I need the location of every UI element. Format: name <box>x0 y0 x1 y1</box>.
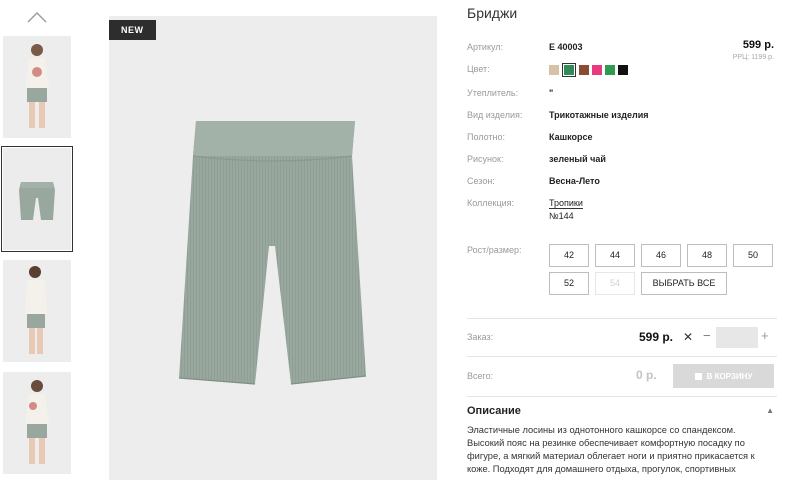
product-title: Бриджи <box>467 5 518 21</box>
order-price: 599 р. <box>639 330 674 344</box>
attr-label: Полотно: <box>467 132 506 142</box>
thumbnail-model-side[interactable] <box>3 260 71 362</box>
attr-value: " <box>549 88 554 98</box>
size-50-button[interactable]: 50 <box>733 244 773 267</box>
attr-value: зеленый чай <box>549 154 606 164</box>
attr-value: Кашкорсе <box>549 132 593 142</box>
product-thumb-image <box>3 148 71 250</box>
total-value: 0 р. <box>636 368 657 382</box>
collection-number: №144 <box>549 211 574 221</box>
product-price: 599 р. <box>742 39 774 51</box>
divider <box>467 396 777 397</box>
color-swatch-pink[interactable] <box>592 65 602 75</box>
attr-label: Артикул: <box>467 42 504 52</box>
collapse-description-icon[interactable]: ▲ <box>766 406 774 415</box>
quantity-minus-button[interactable]: − <box>703 328 711 343</box>
size-42-button[interactable]: 42 <box>549 244 589 267</box>
quantity-plus-button[interactable]: + <box>761 328 769 343</box>
size-52-button[interactable]: 52 <box>549 272 589 295</box>
attr-label: Утеплитель: <box>467 88 519 98</box>
color-swatch-green[interactable] <box>605 65 615 75</box>
attr-value: Трикотажные изделия <box>549 110 649 120</box>
total-label: Всего: <box>467 371 494 381</box>
thumbnail-gallery <box>0 0 76 480</box>
chevron-up-icon[interactable] <box>27 11 47 23</box>
cart-icon <box>694 372 702 380</box>
attr-label: Сезон: <box>467 176 495 186</box>
size-54-button: 54 <box>595 272 635 295</box>
description-heading[interactable]: Описание <box>467 405 521 417</box>
attr-label: Цвет: <box>467 64 490 74</box>
collection-link[interactable]: Тропики <box>549 198 583 209</box>
color-swatch-brown[interactable] <box>579 65 589 75</box>
order-label: Заказ: <box>467 332 494 342</box>
size-44-button[interactable]: 44 <box>595 244 635 267</box>
quantity-input[interactable] <box>716 327 758 348</box>
size-48-button[interactable]: 48 <box>687 244 727 267</box>
thumbnail-model-front[interactable] <box>3 36 71 138</box>
color-swatches <box>549 63 628 77</box>
model-front-image <box>3 36 71 138</box>
color-swatch-black[interactable] <box>618 65 628 75</box>
size-46-button[interactable]: 46 <box>641 244 681 267</box>
divider <box>467 356 777 357</box>
color-swatch-beige[interactable] <box>549 65 559 75</box>
attr-label: Рисунок: <box>467 154 504 164</box>
product-info-panel: Бриджи 599 р. РРЦ: 1199 р. Артикул: E 40… <box>467 0 777 480</box>
bike-shorts-illustration <box>178 121 367 385</box>
new-badge: NEW <box>109 20 156 40</box>
description-text: Эластичные лосины из однотонного кашкорс… <box>467 425 755 474</box>
add-to-cart-button[interactable]: В КОРЗИНУ <box>673 364 774 388</box>
attr-label: Коллекция: <box>467 198 515 208</box>
collection-name[interactable]: Тропики <box>549 198 583 209</box>
attr-label: Вид изделия: <box>467 110 523 120</box>
recommended-retail-price: РРЦ: 1199 р. <box>732 54 774 61</box>
color-swatch-green-tea[interactable] <box>562 63 576 77</box>
select-all-sizes-button[interactable]: ВЫБРАТЬ ВСЕ <box>641 272 727 295</box>
thumbnail-product[interactable] <box>1 146 73 252</box>
main-product-image[interactable]: NEW <box>109 16 437 480</box>
model-front-2-image <box>3 372 71 474</box>
thumbnail-model-front-2[interactable] <box>3 372 71 474</box>
attr-value: Весна-Лето <box>549 176 600 186</box>
attr-value: E 40003 <box>549 42 583 52</box>
remove-order-icon[interactable]: ✕ <box>683 330 693 344</box>
size-label: Рост/размер: <box>467 245 522 255</box>
divider <box>467 318 777 319</box>
model-side-image <box>3 260 71 362</box>
add-to-cart-label: В КОРЗИНУ <box>706 371 753 381</box>
